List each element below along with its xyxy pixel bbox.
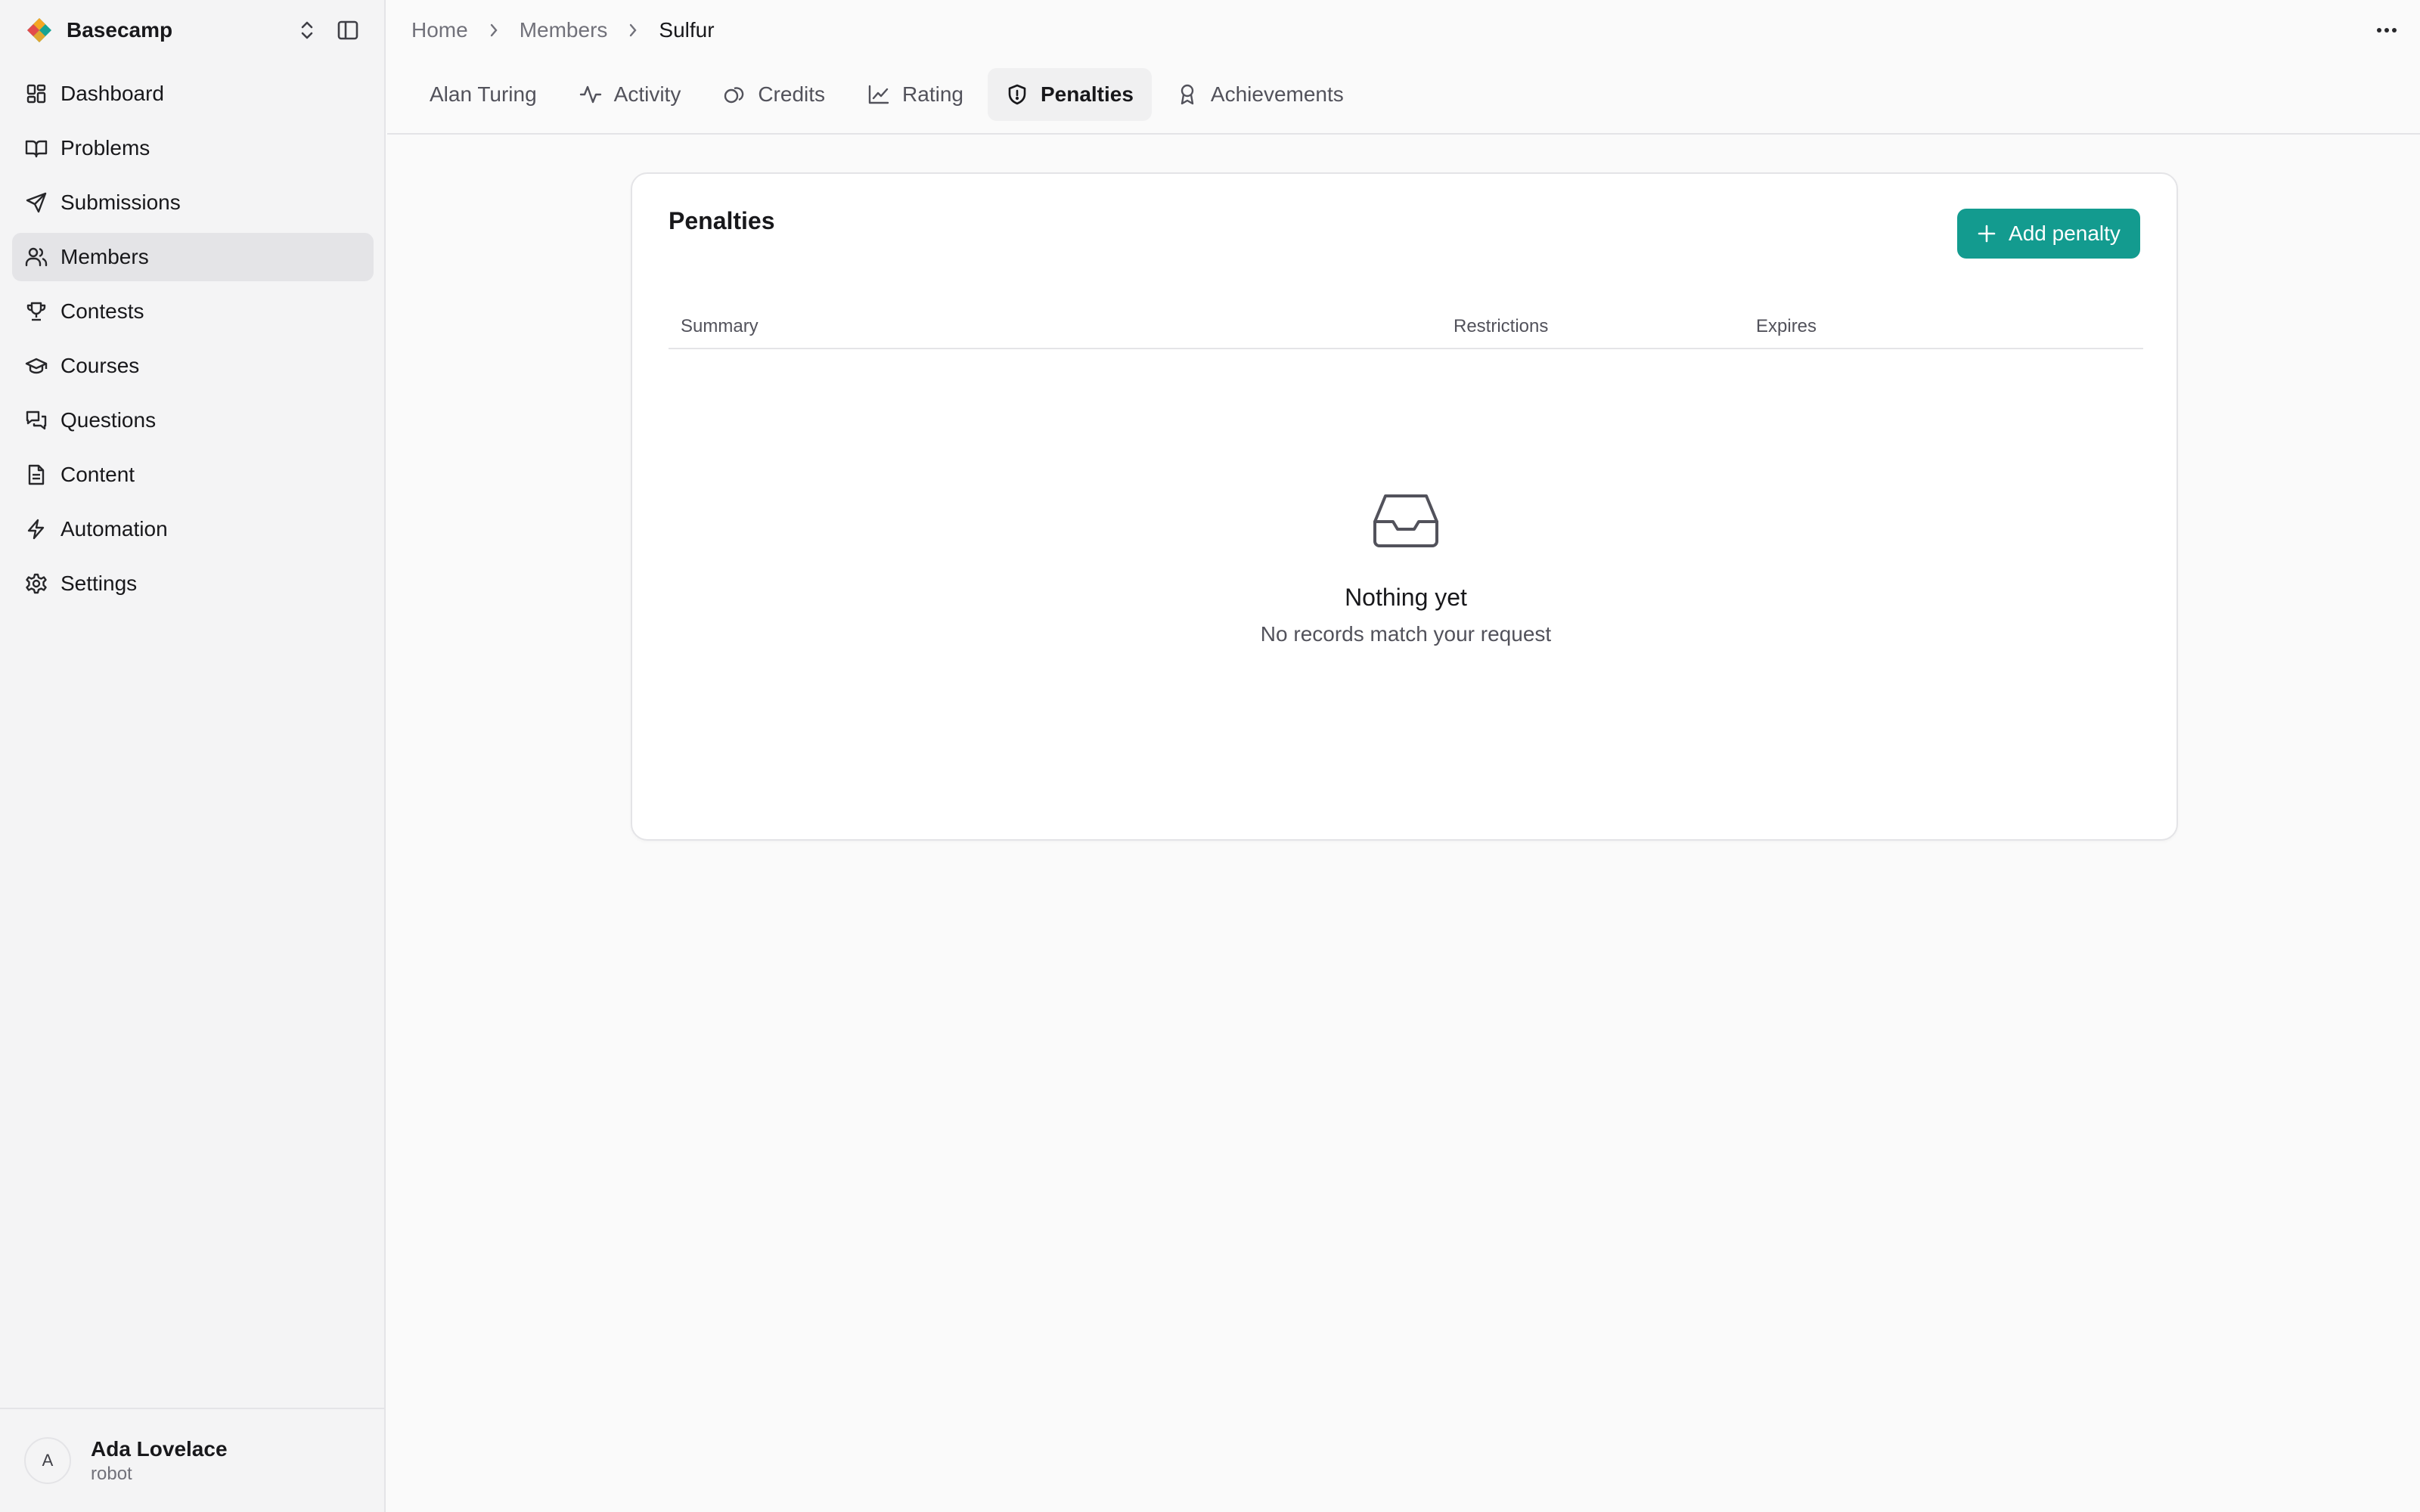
tab-label: Rating: [902, 82, 963, 106]
trophy-icon: [24, 299, 48, 324]
sidebar-item-submissions[interactable]: Submissions: [12, 178, 374, 227]
graduation-cap-icon: [24, 354, 48, 378]
messages-icon: [24, 408, 48, 432]
inbox-icon: [1373, 494, 1438, 547]
tab-rating[interactable]: Rating: [849, 68, 982, 121]
lightning-icon: [24, 517, 48, 541]
tab-label: Penalties: [1040, 82, 1134, 106]
tab-achievements[interactable]: Achievements: [1158, 68, 1362, 121]
dashboard-icon: [24, 82, 48, 106]
sidebar-item-dashboard[interactable]: Dashboard: [12, 70, 374, 118]
column-header-restrictions[interactable]: Restrictions: [1454, 316, 1548, 337]
empty-state-subtitle: No records match your request: [1260, 622, 1552, 646]
sidebar-item-label: Content: [60, 463, 135, 486]
penalties-card: Penalties Add penalty Summary Restrictio…: [631, 172, 2178, 841]
chevrons-up-down-icon[interactable]: [295, 18, 319, 42]
sidebar-item-questions[interactable]: Questions: [12, 396, 374, 445]
coins-icon: [723, 83, 746, 106]
column-header-summary[interactable]: Summary: [681, 316, 759, 337]
sidebar-item-label: Automation: [60, 517, 168, 541]
sidebar-item-label: Contests: [60, 299, 144, 323]
tab-penalties[interactable]: Penalties: [987, 68, 1152, 121]
sidebar-item-label: Questions: [60, 408, 157, 432]
tab-label: Activity: [613, 82, 681, 106]
sidebar-item-content[interactable]: Content: [12, 451, 374, 499]
line-chart-icon: [867, 83, 890, 106]
sidebar-item-label: Submissions: [60, 191, 181, 214]
breadcrumb: Home Members Sulfur: [411, 15, 715, 45]
sidebar-item-courses[interactable]: Courses: [12, 342, 374, 390]
card-title: Penalties: [669, 207, 775, 234]
tab-label: Alan Turing: [430, 82, 537, 106]
gear-icon: [24, 572, 48, 596]
file-text-icon: [24, 463, 48, 487]
award-icon: [1176, 83, 1199, 106]
tab-profile[interactable]: Alan Turing: [411, 68, 555, 121]
more-options-icon[interactable]: [2372, 15, 2402, 45]
breadcrumb-members[interactable]: Members: [520, 18, 608, 42]
tab-activity[interactable]: Activity: [561, 68, 700, 121]
shield-icon: [1006, 83, 1028, 106]
basecamp-logo-icon: [23, 14, 56, 47]
top-bar: Home Members Sulfur: [387, 0, 2420, 60]
empty-state: Nothing yet No records match your reques…: [632, 491, 2180, 646]
sidebar-item-label: Settings: [60, 572, 138, 595]
workspace-switcher[interactable]: Basecamp: [23, 14, 371, 47]
chevron-right-icon: [486, 23, 501, 38]
sidebar-item-label: Problems: [60, 136, 150, 160]
tab-label: Credits: [758, 82, 826, 106]
user-role: robot: [91, 1464, 132, 1484]
sidebar-item-members[interactable]: Members: [12, 233, 374, 281]
tab-label: Achievements: [1210, 82, 1344, 106]
add-penalty-label: Add penalty: [2009, 222, 2121, 245]
user-name: Ada Lovelace: [91, 1437, 228, 1461]
sidebar-item-automation[interactable]: Automation: [12, 505, 374, 553]
sidebar-item-label: Members: [60, 245, 149, 268]
users-icon: [24, 245, 48, 269]
activity-icon: [579, 83, 602, 106]
sidebar-item-settings[interactable]: Settings: [12, 559, 374, 608]
send-icon: [24, 191, 48, 215]
sidebar: Basecamp Dashboard Problems Submissions …: [0, 0, 386, 1512]
user-menu[interactable]: A Ada Lovelace robot: [0, 1408, 384, 1512]
column-header-expires[interactable]: Expires: [1756, 316, 1817, 337]
chevron-right-icon: [625, 23, 641, 38]
add-penalty-button[interactable]: Add penalty: [1957, 209, 2140, 259]
sidebar-toggle-icon[interactable]: [336, 18, 360, 42]
sidebar-item-label: Dashboard: [60, 82, 164, 105]
breadcrumb-home[interactable]: Home: [411, 18, 468, 42]
sidebar-nav: Dashboard Problems Submissions Members C…: [12, 70, 374, 614]
sidebar-item-label: Courses: [60, 354, 140, 377]
plus-icon: [1978, 225, 1996, 243]
workspace-name: Basecamp: [67, 18, 173, 42]
tab-credits[interactable]: Credits: [705, 68, 843, 121]
sidebar-item-problems[interactable]: Problems: [12, 124, 374, 172]
sidebar-item-contests[interactable]: Contests: [12, 287, 374, 336]
avatar: A: [24, 1437, 71, 1484]
breadcrumb-current: Sulfur: [659, 18, 715, 42]
member-tabs: Alan Turing Activity Credits Rating Pena…: [387, 60, 2420, 135]
book-open-icon: [24, 136, 48, 160]
empty-state-title: Nothing yet: [1345, 584, 1467, 611]
table-header: Summary Restrictions Expires: [669, 307, 2143, 349]
